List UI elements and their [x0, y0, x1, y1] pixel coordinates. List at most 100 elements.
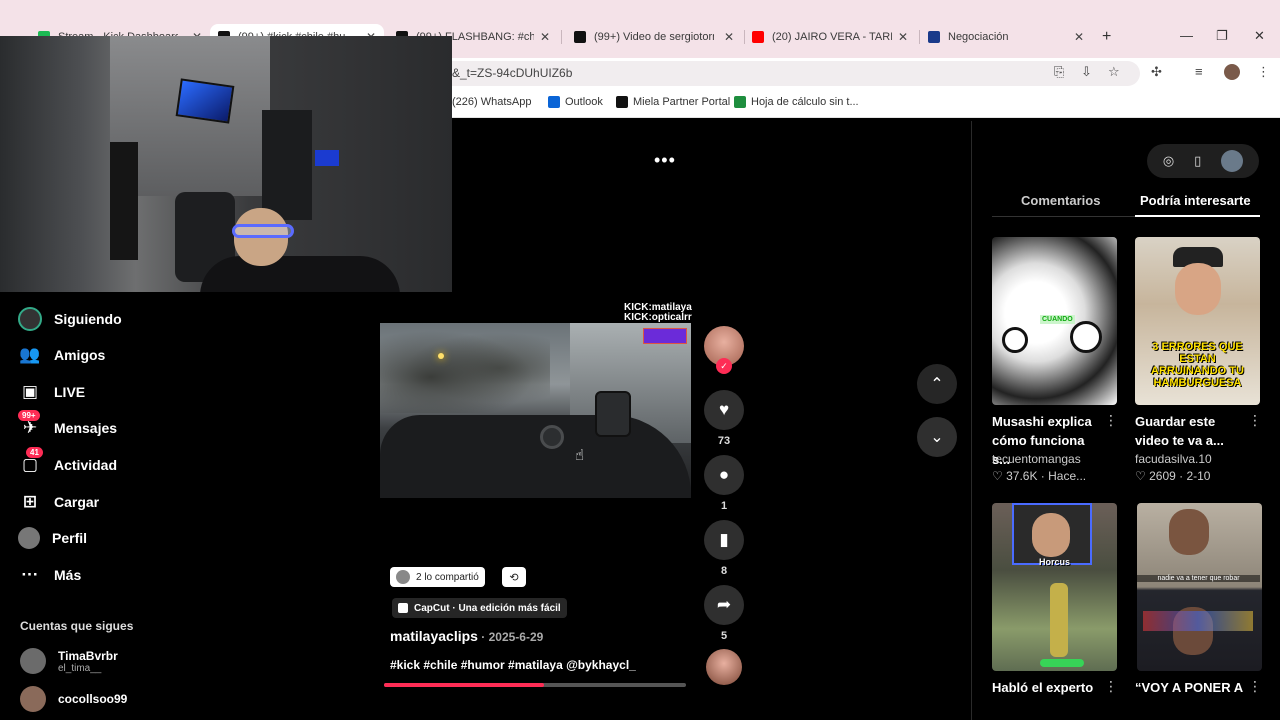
- card-options-icon[interactable]: ⋮: [1104, 412, 1118, 429]
- tab-comentarios[interactable]: Comentarios: [1021, 193, 1100, 208]
- sidebar-item-cargar[interactable]: ⊞ Cargar: [18, 488, 99, 516]
- close-tab-icon[interactable]: ✕: [1068, 30, 1084, 44]
- chevron-up-icon: ⌃: [930, 376, 944, 393]
- extensions-icon[interactable]: ✣: [1151, 64, 1162, 80]
- video-air-vent: [540, 425, 564, 449]
- comment-count: 1: [720, 500, 728, 512]
- sidebar-item-siguiendo[interactable]: Siguiendo: [18, 305, 122, 333]
- webcam-speaker: [110, 142, 138, 260]
- minimize-icon[interactable]: —: [1180, 28, 1193, 43]
- chrome-menu-icon[interactable]: ⋮: [1257, 64, 1270, 80]
- profile-avatar[interactable]: [1224, 64, 1240, 80]
- video-thumbnail[interactable]: nadie va a tener que robar: [1137, 503, 1262, 671]
- bookmark-outlook[interactable]: Outlook: [548, 96, 603, 108]
- new-tab-icon[interactable]: +: [1102, 28, 1111, 46]
- sidebar-item-live[interactable]: ▣ LIVE: [18, 378, 85, 406]
- bookmark-miela[interactable]: Miela Partner Portal: [616, 96, 730, 108]
- upload-icon: ⊞: [22, 492, 38, 511]
- share-icon: ➦: [716, 595, 732, 614]
- account-name: TimaBvrbr: [58, 648, 118, 663]
- close-tab-icon[interactable]: ✕: [892, 30, 908, 44]
- translate-icon[interactable]: ⎘: [1054, 64, 1064, 80]
- thumbnail-face: [1169, 509, 1209, 555]
- messages-badge: 99+: [18, 410, 40, 421]
- bookmark-whatsapp[interactable]: (226) WhatsApp: [452, 96, 531, 108]
- save-button[interactable]: ▮: [704, 520, 744, 560]
- negociacion-favicon-icon: [928, 31, 940, 43]
- miela-icon: [616, 96, 628, 108]
- next-video-button[interactable]: ⌄: [917, 417, 957, 457]
- device-icon[interactable]: ▯: [1194, 153, 1201, 169]
- followed-account[interactable]: TimaBvrbr el_tima__: [20, 648, 118, 674]
- previous-video-button[interactable]: ⌃: [917, 364, 957, 404]
- like-button[interactable]: ♥: [704, 390, 744, 430]
- card-options-icon[interactable]: ⋮: [1104, 678, 1118, 695]
- card-options-icon[interactable]: ⋮: [1248, 678, 1262, 695]
- close-tab-icon[interactable]: ✕: [534, 30, 550, 44]
- shared-by-pill[interactable]: 2 lo compartió: [390, 567, 485, 587]
- video-progress-fill: [384, 683, 545, 687]
- compass-icon[interactable]: ◎: [1163, 153, 1174, 169]
- repost-button[interactable]: ⟲: [502, 567, 526, 587]
- thumbnail-face: [1175, 263, 1221, 315]
- window-close-icon[interactable]: ✕: [1254, 28, 1265, 44]
- bookmark-sheets[interactable]: Hoja de cálculo sin t...: [734, 96, 859, 108]
- video-streetlight: [438, 353, 444, 359]
- card-title[interactable]: “VOY A PONER A: [1135, 678, 1247, 697]
- user-avatar[interactable]: [1221, 150, 1244, 172]
- video-dashboard: [380, 415, 691, 498]
- tab-negociacion[interactable]: Negociación ✕: [920, 24, 1092, 50]
- webcam-tv: [175, 78, 235, 124]
- share-button[interactable]: ➦: [704, 585, 744, 625]
- install-app-icon[interactable]: ⇩: [1081, 64, 1092, 80]
- sidebar-item-label: Actividad: [54, 457, 118, 473]
- sidebar-item-actividad[interactable]: ▢ 41 Actividad: [18, 447, 118, 479]
- address-bar[interactable]: &_t=ZS-94cDUhUIZ6b: [440, 61, 1140, 86]
- sidebar-item-mas[interactable]: ··· Más: [18, 561, 82, 589]
- video-thumbnail[interactable]: Horcus: [992, 503, 1117, 671]
- followed-account[interactable]: cocollsoo99: [20, 686, 127, 712]
- sidebar-item-perfil[interactable]: Perfil: [18, 524, 87, 552]
- following-check-icon[interactable]: ✓: [716, 358, 732, 374]
- sidebar-item-label: Perfil: [52, 530, 88, 546]
- thumbnail-game-character: [1050, 583, 1068, 657]
- tab-tiktok-sergio[interactable]: (99+) Video de sergiotorres ✕: [566, 24, 742, 50]
- avatar: [20, 648, 46, 674]
- video-thumbnail[interactable]: 3 ERRORES QUE ESTAN ARRUINANDO TU HAMBUR…: [1135, 237, 1260, 405]
- bookmark-label: Miela Partner Portal: [633, 96, 731, 108]
- chevron-down-icon: ⌄: [930, 429, 944, 446]
- tab-youtube[interactable]: (20) JAIRO VERA - TARIMA ✕: [744, 24, 916, 50]
- account-name: cocollsoo99: [58, 692, 128, 706]
- video-progress-bar[interactable]: [384, 683, 686, 687]
- card-author[interactable]: tecuentomangas: [992, 452, 1081, 466]
- tab-title: Negociación: [948, 31, 1009, 43]
- music-disc[interactable]: [706, 649, 742, 685]
- card-stats: ♡ 37.6K · Hace...: [992, 469, 1087, 483]
- video-player[interactable]: [380, 323, 691, 498]
- capcut-anchor[interactable]: CapCut · Una edición más fácil: [392, 598, 567, 618]
- restore-icon[interactable]: ❐: [1216, 28, 1228, 44]
- heart-icon: ♥: [718, 400, 730, 419]
- video-thumbnail[interactable]: CUANDO: [992, 237, 1117, 405]
- bookmark-label: Hoja de cálculo sin t...: [751, 96, 859, 108]
- url-text: &_t=ZS-94cDUhUIZ6b: [452, 66, 573, 80]
- author-name[interactable]: matilayaclips: [390, 628, 478, 644]
- like-count: 73: [717, 435, 731, 447]
- media-controls-icon[interactable]: ≡: [1195, 64, 1203, 79]
- tab-title: (20) JAIRO VERA - TARIMA: [772, 31, 892, 43]
- sidebar-item-label: Amigos: [54, 347, 106, 363]
- sidebar-item-amigos[interactable]: 👥 Amigos: [18, 341, 105, 369]
- card-author[interactable]: facudasilva.10: [1135, 452, 1212, 466]
- video-author[interactable]: matilayaclips · 2025-6-29: [390, 628, 543, 644]
- tab-podria-interesarte[interactable]: Podría interesarte: [1140, 193, 1251, 208]
- thumbnail-game-floor: [1040, 659, 1084, 667]
- sidebar-item-mensajes[interactable]: ✈ 99+ Mensajes: [18, 410, 117, 442]
- activity-icon: ▢ 41: [18, 447, 43, 477]
- close-tab-icon[interactable]: ✕: [718, 30, 734, 44]
- comment-button[interactable]: ●: [704, 455, 744, 495]
- card-title[interactable]: Guardar este video te va a...: [1135, 412, 1245, 450]
- bookmark-star-icon[interactable]: ☆: [1108, 64, 1120, 80]
- card-title[interactable]: Habló el experto: [992, 678, 1097, 697]
- video-options-icon[interactable]: •••: [654, 150, 676, 171]
- card-options-icon[interactable]: ⋮: [1248, 412, 1262, 429]
